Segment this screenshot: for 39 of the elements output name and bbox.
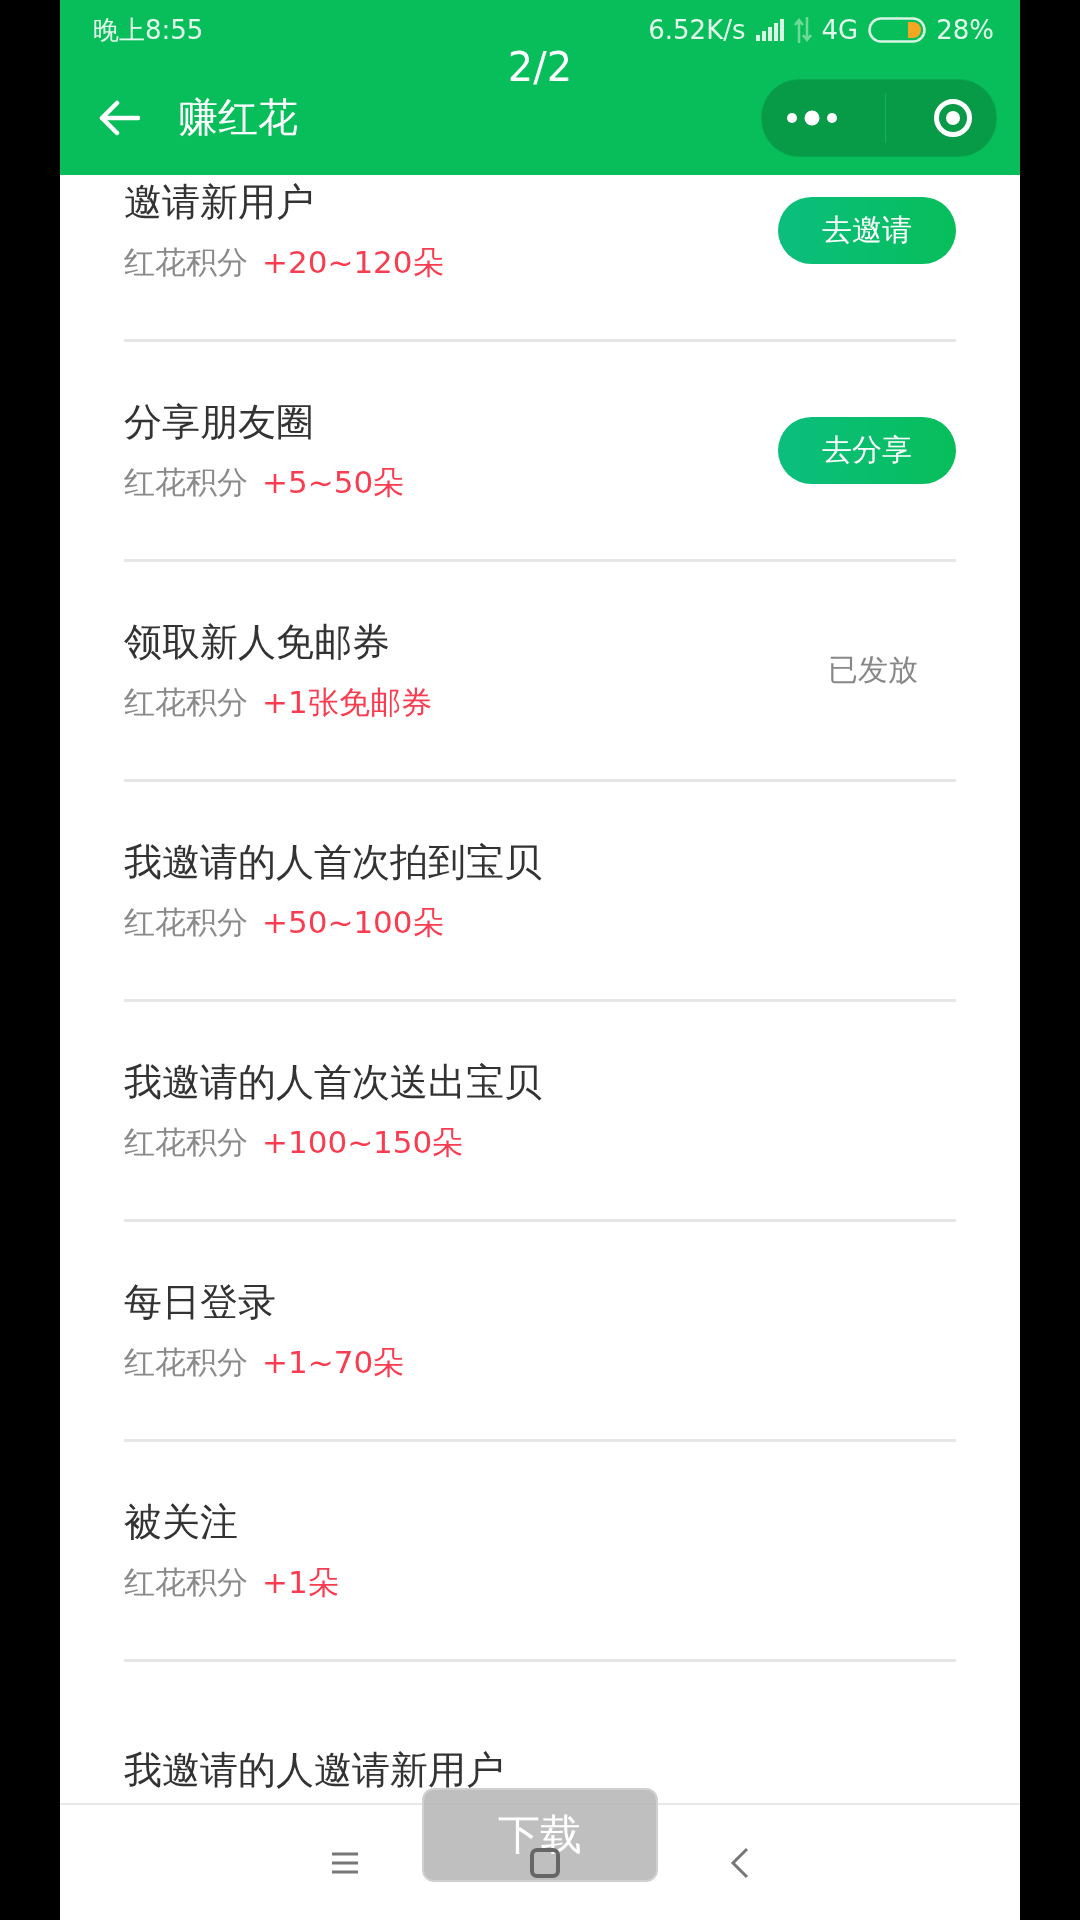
task-title: 领取新人免邮券 <box>124 619 391 666</box>
reward-label: 红花积分 <box>124 1563 248 1602</box>
battery-icon <box>868 17 927 43</box>
more-icon[interactable] <box>785 109 838 126</box>
reward-amount: +1朵 <box>262 1563 339 1602</box>
page-title: 赚红花 <box>178 93 299 142</box>
data-arrows-icon <box>793 17 812 43</box>
signal-icon <box>755 19 784 41</box>
back-arrow-icon[interactable] <box>98 99 140 136</box>
task-title: 我邀请的人首次拍到宝贝 <box>124 839 542 886</box>
page-counter: 2/2 <box>507 44 573 90</box>
download-button[interactable]: 下载 <box>422 1788 658 1882</box>
menu-icon[interactable] <box>330 1850 360 1875</box>
network-speed: 6.52K/s <box>648 15 746 45</box>
reward-label: 红花积分 <box>124 903 248 942</box>
reward-label: 红花积分 <box>124 463 248 502</box>
reward-amount: +5~50朵 <box>262 463 405 502</box>
task-action-button[interactable]: 去分享 <box>778 417 956 484</box>
reward-amount: +1张免邮券 <box>262 683 432 722</box>
task-title: 邀请新用户 <box>124 179 315 226</box>
task-title: 每日登录 <box>124 1279 277 1326</box>
close-target-icon[interactable] <box>932 97 973 138</box>
reward-amount: +50~100朵 <box>262 903 444 942</box>
reward-label: 红花积分 <box>124 683 248 722</box>
reward-amount: +20~120朵 <box>262 243 444 282</box>
task-title: 被关注 <box>124 1499 239 1546</box>
network-type: 4G <box>821 15 859 45</box>
task-title: 分享朋友圈 <box>124 399 315 446</box>
back-icon[interactable] <box>730 1846 750 1879</box>
reward-amount: +1~70朵 <box>262 1343 405 1382</box>
reward-label: 红花积分 <box>124 1123 248 1162</box>
reward-label: 红花积分 <box>124 1343 248 1382</box>
task-action-button[interactable]: 去邀请 <box>778 197 956 264</box>
battery-percent: 28% <box>936 15 994 45</box>
task-title: 我邀请的人首次送出宝贝 <box>124 1059 542 1106</box>
status-time: 晚上8:55 <box>93 13 204 47</box>
reward-label: 红花积分 <box>124 243 248 282</box>
reward-amount: +100~150朵 <box>262 1123 464 1162</box>
task-status: 已发放 <box>828 651 918 689</box>
